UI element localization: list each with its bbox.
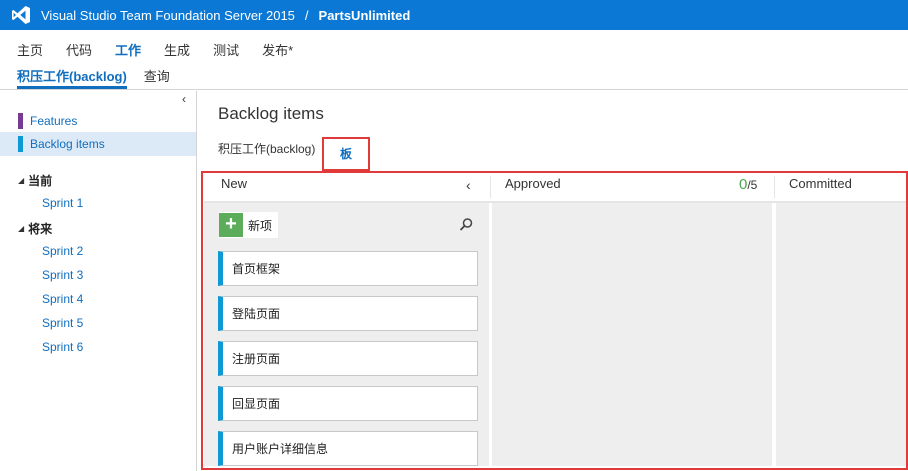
product-name[interactable]: Visual Studio Team Foundation Server 201…: [41, 8, 295, 23]
sprint-link[interactable]: Sprint 4: [42, 292, 83, 306]
tab-backlog[interactable]: 积压工作(backlog): [218, 140, 315, 157]
group-future[interactable]: ◢ 将来: [18, 220, 52, 237]
backlog-level-backlog-items[interactable]: Backlog items: [0, 132, 196, 156]
tab-board[interactable]: 板: [322, 137, 370, 171]
main-nav: 主页 代码 工作 生成 测试 发布*: [0, 30, 908, 66]
group-label: 当前: [28, 174, 53, 188]
expand-triangle-icon[interactable]: ◢: [18, 176, 24, 185]
subnav-queries[interactable]: 查询: [144, 66, 170, 89]
sprint-link[interactable]: Sprint 2: [42, 244, 83, 258]
nav-test[interactable]: 测试: [213, 40, 239, 66]
visual-studio-logo-icon[interactable]: [11, 5, 31, 25]
backlog-level-label: Features: [30, 114, 78, 128]
sprint-link[interactable]: Sprint 6: [42, 340, 83, 354]
left-pane: ‹ Features Backlog items ◢ 当前 Sprint 1 ◢…: [0, 91, 197, 471]
breadcrumb-separator: /: [304, 7, 309, 23]
nav-build[interactable]: 生成: [164, 40, 190, 66]
group-label: 将来: [28, 222, 53, 236]
sprint-link[interactable]: Sprint 5: [42, 316, 83, 330]
sub-nav: 积压工作(backlog) 查询: [0, 66, 908, 90]
subnav-backlog[interactable]: 积压工作(backlog): [17, 66, 127, 89]
expand-triangle-icon[interactable]: ◢: [18, 224, 24, 233]
features-color-icon: [18, 113, 23, 129]
project-name[interactable]: PartsUnlimited: [319, 8, 411, 23]
group-current[interactable]: ◢ 当前: [18, 172, 52, 189]
chevron-left-icon[interactable]: ‹: [182, 92, 186, 106]
nav-work[interactable]: 工作: [115, 40, 141, 66]
backlog-items-color-icon: [18, 136, 23, 152]
backlog-level-label: Backlog items: [30, 137, 105, 151]
nav-code[interactable]: 代码: [66, 40, 92, 66]
sprint-link[interactable]: Sprint 1: [42, 196, 83, 210]
page-title: Backlog items: [218, 104, 324, 123]
tab-board-label: 板: [339, 147, 352, 161]
top-bar: Visual Studio Team Foundation Server 201…: [0, 0, 908, 30]
backlog-level-features[interactable]: Features: [0, 109, 196, 133]
nav-release[interactable]: 发布*: [262, 40, 293, 66]
nav-home[interactable]: 主页: [17, 40, 43, 66]
sprint-link[interactable]: Sprint 3: [42, 268, 83, 282]
board-highlight-frame: [201, 171, 908, 470]
